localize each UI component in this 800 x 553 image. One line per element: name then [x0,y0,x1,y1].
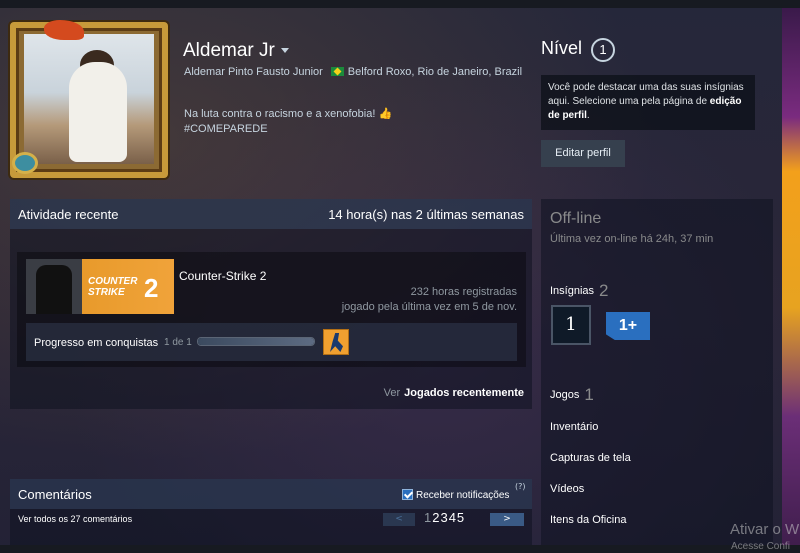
recent-hours-summary: 14 hora(s) nas 2 últimas semanas [328,206,524,222]
capsule-logo-line-2: STRIKE [88,287,125,298]
brazil-flag-icon [330,67,344,76]
capsule-soldier-figure [36,265,72,314]
recent-activity-panel: Atividade recente 14 hora(s) nas 2 últim… [10,199,532,409]
achievement-progress-label[interactable]: Progresso em conquistas [34,337,158,349]
pagination: 12345 [424,510,465,525]
recently-played-link[interactable]: Jogados recentemente [404,387,524,399]
real-name: Aldemar Pinto Fausto Junior [184,66,323,78]
achievement-progress-row: Progresso em conquistas 1 de 1 [26,323,517,361]
view-prefix: Ver [383,387,401,399]
capsule-logo-number: 2 [144,273,159,303]
achievement-icon[interactable] [323,329,349,355]
games-label: Jogos [550,389,580,401]
current-page: 1 [424,510,433,525]
top-bar [0,0,800,8]
chevron-down-icon [280,48,289,54]
frame-orb-decoration [12,152,38,174]
background-side-art [782,8,800,553]
location: Belford Roxo, Rio de Janeiro, Brazil [347,66,523,78]
notifications-toggle[interactable]: Receber notificações [402,489,509,501]
online-status: Off-line [550,210,602,227]
notifications-checkbox[interactable] [402,489,413,500]
help-link[interactable]: (?) [515,482,526,491]
persona-name: Aldemar Jr [183,40,275,61]
recent-game-card: COUNTER STRIKE 2 Counter-Strike 2 232 ho… [17,252,526,367]
games-count: 1 [584,385,594,404]
capsule-logo-text: COUNTER STRIKE [88,276,137,298]
level-label: Nível [541,38,583,58]
badges-link[interactable]: Insígnias 2 [550,281,609,301]
achievement-progress-fill [198,338,314,345]
workshop-items-link[interactable]: Itens da Oficina [550,514,626,526]
recent-activity-header: Atividade recente 14 hora(s) nas 2 últim… [10,199,532,229]
avatar-person [69,62,127,162]
showcase-end: . [586,110,590,121]
bottom-bar [0,545,800,553]
games-link[interactable]: Jogos 1 [550,385,594,405]
achievement-progress-bar [197,337,315,346]
level-badge[interactable]: 1 [591,38,615,62]
videos-link[interactable]: Vídeos [550,483,584,495]
game-name-link[interactable]: Counter-Strike 2 [179,269,266,283]
badge-years-of-service[interactable]: 1+ [606,312,650,340]
view-all-comments-link[interactable]: Ver todos os 27 comentários [18,514,132,524]
real-name-location: Aldemar Pinto Fausto Junior Belford Roxo,… [184,66,522,78]
summary-line-1: Na luta contra o racismo e a xenofobia! [184,108,376,120]
favorite-badge-placeholder: Você pode destacar uma das suas insígnia… [541,75,755,130]
game-last-played: jogado pela última vez em 5 de nov. [341,301,517,313]
badge-level-1[interactable]: 1 [551,305,591,345]
avatar [24,34,154,164]
other-pages[interactable]: 2345 [432,510,465,525]
edit-profile-button[interactable]: Editar perfil [541,140,625,167]
windows-activation-subtext: Acesse Confi [731,541,790,552]
thumbs-up-icon: 👍 [378,108,393,120]
persona-name-dropdown[interactable]: Aldemar Jr [183,40,289,62]
screenshots-link[interactable]: Capturas de tela [550,452,631,464]
prev-page-button[interactable]: < [383,513,415,526]
comments-title: Comentários [18,487,92,502]
avatar-with-frame[interactable] [10,20,168,178]
comments-header: Comentários Receber notificações (?) [10,479,532,509]
profile-right-column: Off-line Última vez on-line há 24h, 37 m… [541,199,773,545]
profile-summary: Na luta contra o racismo e a xenofobia! … [184,107,392,137]
summary-line-2: #COMEPAREDE [184,123,268,135]
inventory-link[interactable]: Inventário [550,421,598,433]
achievement-count: 1 de 1 [164,337,192,348]
badges-count: 2 [599,281,609,300]
game-hours: 232 horas registradas [410,286,517,298]
windows-activation-watermark: Ativar o W [730,521,800,538]
game-capsule-image[interactable]: COUNTER STRIKE 2 [26,259,174,314]
notifications-label: Receber notificações [416,490,510,501]
view-recent-games[interactable]: Ver Jogados recentemente [384,387,524,399]
badges-label: Insígnias [550,285,595,297]
next-page-button[interactable]: > [490,513,524,526]
recent-activity-title: Atividade recente [18,206,119,222]
last-online: Última vez on-line há 24h, 37 min [550,233,714,245]
capsule-logo-line-1: COUNTER [88,276,138,287]
comments-panel: Comentários Receber notificações (?) Ver… [10,479,532,545]
